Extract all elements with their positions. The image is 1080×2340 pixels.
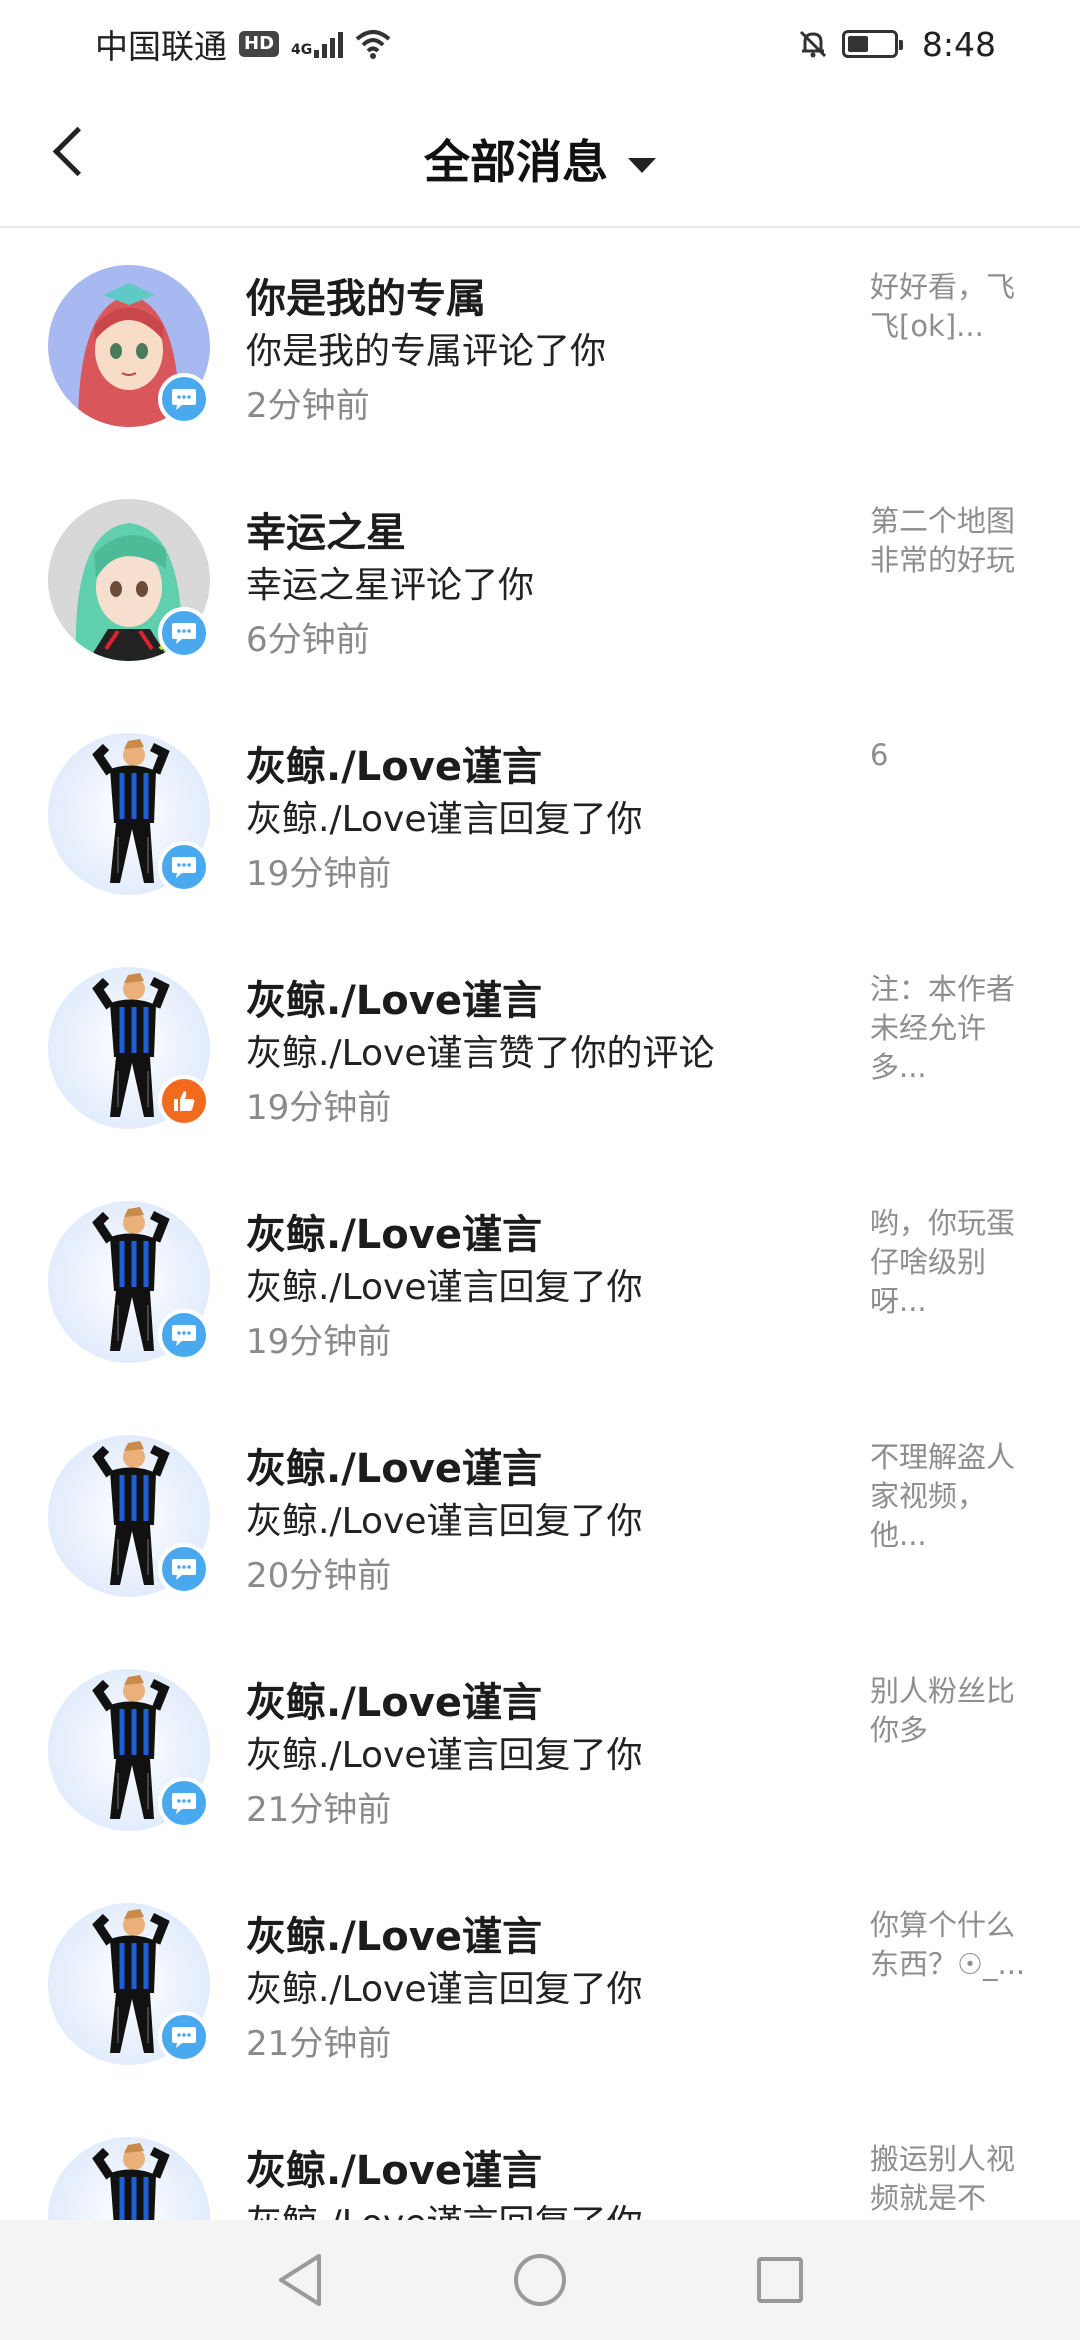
comment-icon — [158, 1543, 210, 1595]
message-list: 你是我的专属 你是我的专属评论了你 2分钟前 好好看，飞 飞[ok]... 幸运之星 幸运… — [0, 230, 1080, 2336]
action-text: 灰鲸./Love谨言回复了你 — [246, 799, 643, 840]
timestamp: 19分钟前 — [246, 1322, 392, 1362]
comment-preview[interactable]: 好好看，飞 飞[ok]... — [870, 268, 1050, 346]
title-dropdown[interactable]: 全部消息 — [0, 126, 1080, 192]
battery-icon — [841, 30, 903, 58]
sender-name[interactable]: 灰鲸./Love谨言 — [246, 1436, 542, 1494]
action-text: 灰鲸./Love谨言回复了你 — [246, 1969, 643, 2010]
status-left: 中国联通 HD 4G — [95, 20, 391, 68]
action-text: 灰鲸./Love谨言回复了你 — [246, 1501, 643, 1542]
comment-icon — [158, 841, 210, 893]
header: 全部消息 — [0, 88, 1080, 228]
message-item[interactable]: 你是我的专属你是我的专属评论了你 2分钟前 好好看，飞 飞[ok]... — [0, 230, 1080, 464]
action-text: 灰鲸./Love谨言回复了你 — [246, 1267, 643, 1308]
comment-preview[interactable]: 搬运别人视 频就是不 — [870, 2140, 1050, 2218]
thumbs-up-icon — [158, 1075, 210, 1127]
signal-bars — [314, 30, 344, 58]
comment-preview[interactable]: 注：本作者 未经允许 多... — [870, 970, 1050, 1087]
action-text: 灰鲸./Love谨言回复了你 — [246, 1735, 643, 1776]
system-nav-bar — [0, 2220, 1080, 2340]
status-right: 8:48 — [796, 25, 996, 64]
status-bar: 中国联通 HD 4G 8:48 — [0, 0, 1080, 88]
wifi-icon — [355, 30, 391, 59]
nav-home-button[interactable] — [510, 2250, 570, 2310]
message-item[interactable]: 灰鲸./Love谨言灰鲸./Love谨言回复了你 21分钟前 你算个什么 东西？☉_… — [0, 1868, 1080, 2102]
message-item[interactable]: 灰鲸./Love谨言灰鲸./Love谨言回复了你 21分钟前 别人粉丝比 你多 — [0, 1634, 1080, 1868]
comment-icon — [158, 1777, 210, 1829]
message-item[interactable]: 灰鲸./Love谨言灰鲸./Love谨言回复了你 19分钟前 6 — [0, 698, 1080, 932]
comment-preview[interactable]: 不理解盗人 家视频， 他... — [870, 1438, 1050, 1555]
sender-name[interactable]: 灰鲸./Love谨言 — [246, 1670, 542, 1728]
action-text: 幸运之星评论了你 — [246, 565, 535, 606]
clock: 8:48 — [921, 24, 996, 64]
sender-name[interactable]: 你是我的专属 — [246, 266, 486, 324]
comment-preview[interactable]: 第二个地图 非常的好玩 — [870, 502, 1050, 580]
comment-icon — [158, 607, 210, 659]
action-text: 你是我的专属评论了你 — [246, 331, 607, 372]
action-text: 灰鲸./Love谨言赞了你的评论 — [246, 1033, 715, 1074]
message-item[interactable]: 灰鲸./Love谨言灰鲸./Love谨言回复了你 20分钟前 不理解盗人 家视频， … — [0, 1400, 1080, 1634]
square-recents-icon — [757, 2257, 803, 2303]
message-item[interactable]: 灰鲸./Love谨言灰鲸./Love谨言赞了你的评论 19分钟前 注：本作者 未经允… — [0, 932, 1080, 1166]
comment-icon — [158, 2011, 210, 2063]
nav-recents-button[interactable] — [750, 2250, 810, 2310]
comment-preview[interactable]: 哟，你玩蛋 仔啥级别 呀... — [870, 1204, 1050, 1321]
bell-muted-icon — [799, 30, 826, 58]
sender-name[interactable]: 灰鲸./Love谨言 — [246, 968, 542, 1026]
sender-name[interactable]: 灰鲸./Love谨言 — [246, 2138, 542, 2196]
circle-home-icon — [514, 2254, 566, 2306]
page-title: 全部消息 — [424, 135, 608, 189]
comment-preview[interactable]: 别人粉丝比 你多 — [870, 1672, 1050, 1750]
nav-back-button[interactable] — [270, 2250, 330, 2310]
sender-name[interactable]: 灰鲸./Love谨言 — [246, 734, 542, 792]
comment-icon — [158, 1309, 210, 1361]
hd-icon: HD — [239, 31, 280, 57]
signal-icon: 4G — [291, 30, 344, 58]
sender-name[interactable]: 灰鲸./Love谨言 — [246, 1904, 542, 1962]
timestamp: 19分钟前 — [246, 854, 392, 894]
timestamp: 19分钟前 — [246, 1088, 392, 1128]
sender-name[interactable]: 幸运之星 — [246, 500, 406, 558]
comment-preview[interactable]: 6 — [870, 736, 1050, 775]
timestamp: 6分钟前 — [246, 620, 370, 660]
comment-preview[interactable]: 你算个什么 东西？☉_... — [870, 1906, 1050, 1984]
timestamp: 2分钟前 — [246, 386, 370, 426]
network-type-label: 4G — [291, 42, 313, 58]
timestamp: 21分钟前 — [246, 2024, 392, 2064]
timestamp: 20分钟前 — [246, 1556, 392, 1596]
message-item[interactable]: 幸运之星幸运之星评论了你 6分钟前 第二个地图 非常的好玩 — [0, 464, 1080, 698]
caret-down-icon — [628, 158, 656, 173]
comment-icon — [158, 373, 210, 425]
triangle-back-icon — [279, 2254, 321, 2306]
carrier-label: 中国联通 — [95, 27, 227, 66]
timestamp: 21分钟前 — [246, 1790, 392, 1830]
sender-name[interactable]: 灰鲸./Love谨言 — [246, 1202, 542, 1260]
message-item[interactable]: 灰鲸./Love谨言灰鲸./Love谨言回复了你 19分钟前 哟，你玩蛋 仔啥级别 … — [0, 1166, 1080, 1400]
